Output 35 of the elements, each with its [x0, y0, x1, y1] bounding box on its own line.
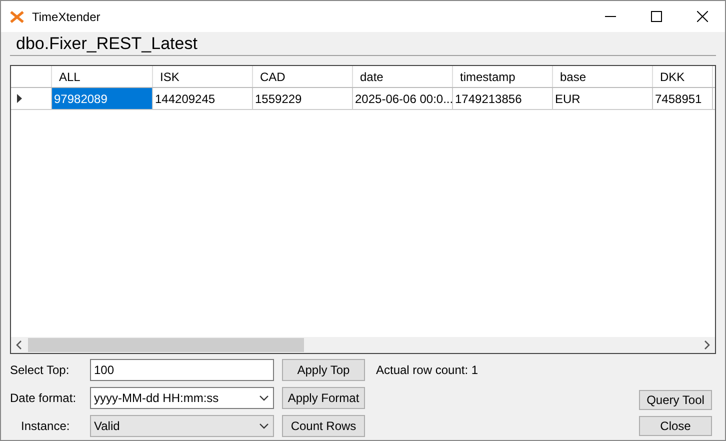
action-button[interactable]: Apply Top [282, 359, 365, 381]
column-header[interactable]: ISK [153, 66, 253, 87]
column-header[interactable]: base [553, 66, 653, 87]
x-logo-icon [10, 10, 24, 22]
table-name-heading: dbo.Fixer_REST_Latest [16, 33, 198, 55]
table-cell[interactable]: 7458951 [653, 88, 713, 109]
column-header[interactable]: DKK [653, 66, 713, 87]
chevron-down-icon [259, 423, 269, 429]
date-format-combobox[interactable]: yyyy-MM-dd HH:mm:ss [90, 387, 274, 409]
table-cell[interactable]: 1749213856 [453, 88, 553, 109]
select-top-field[interactable]: 100 [90, 359, 274, 381]
field-label: Instance: [20, 418, 71, 435]
horizontal-scrollbar[interactable] [11, 337, 715, 353]
column-header[interactable]: date [353, 66, 453, 87]
instance-dropdown[interactable]: Valid [90, 415, 274, 437]
table-cell[interactable]: 144209245 [153, 88, 253, 109]
field-label: Date format: [10, 390, 78, 407]
table-cell[interactable]: 2025-06-06 00:0... [353, 88, 453, 109]
action-button[interactable]: Count Rows [282, 415, 365, 437]
column-header[interactable]: timestamp [453, 66, 553, 87]
table-cell[interactable]: 97982089 [52, 88, 153, 109]
column-header[interactable]: ALL [52, 66, 153, 87]
action-button[interactable]: Apply Format [282, 387, 365, 409]
scrollbar-thumb[interactable] [28, 338, 304, 352]
maximize-icon [650, 11, 662, 22]
window-title: TimeXtender [32, 8, 100, 26]
row-count-text: Actual row count: 1 [376, 362, 478, 379]
table-cell[interactable]: 1559229 [253, 88, 353, 109]
chevron-down-icon [259, 395, 269, 401]
field-label: Select Top: [10, 362, 70, 379]
side-button[interactable]: Close [639, 416, 712, 436]
column-header[interactable]: CAD [253, 66, 353, 87]
side-button[interactable]: Query Tool [639, 390, 712, 410]
table-cell[interactable]: EUR [553, 88, 653, 109]
close-icon [696, 11, 708, 22]
